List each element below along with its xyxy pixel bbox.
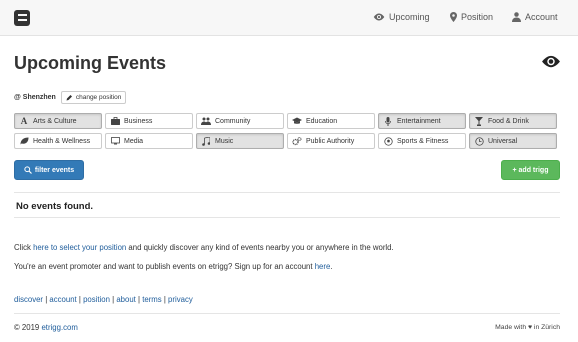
- filter-events-button[interactable]: filter events: [14, 160, 84, 180]
- filter-events-label: filter events: [34, 166, 75, 174]
- divider: [14, 217, 560, 218]
- divider: [14, 313, 560, 314]
- category-label: Education: [306, 117, 338, 125]
- briefcase-icon: [110, 117, 120, 125]
- info-text: and quickly discover any kind of events …: [126, 243, 394, 252]
- made-with-text: Made with ♥ in Zürich: [495, 324, 560, 331]
- info-text: You're an event promoter and want to pub…: [14, 262, 315, 271]
- soccer-ball-icon: [383, 136, 393, 146]
- cogs-icon: [292, 136, 302, 146]
- eye-icon: [373, 13, 385, 21]
- divider: [14, 192, 560, 193]
- category-label: Public Authority: [306, 137, 355, 145]
- category-entertainment[interactable]: Entertainment: [378, 113, 466, 129]
- footer-link-about[interactable]: about: [116, 295, 136, 304]
- footer-link-terms[interactable]: terms: [142, 295, 162, 304]
- category-label: Universal: [488, 137, 518, 145]
- category-sports-fitness[interactable]: Sports & Fitness: [378, 133, 466, 149]
- nav-account[interactable]: Account: [512, 12, 558, 22]
- category-label: Arts & Culture: [33, 117, 77, 125]
- info-promoter: You're an event promoter and want to pub…: [14, 262, 333, 271]
- footer-links: discover | account | position | about | …: [14, 295, 193, 304]
- category-public-authority[interactable]: Public Authority: [287, 133, 375, 149]
- footer-link-account[interactable]: account: [49, 295, 76, 304]
- leaf-icon: [19, 137, 29, 145]
- copyright-text: © 2019: [14, 323, 42, 332]
- category-universal[interactable]: Universal: [469, 133, 557, 149]
- made-with-pre: Made with: [495, 324, 528, 331]
- category-food-drink[interactable]: Food & Drink: [469, 113, 557, 129]
- signup-here-link[interactable]: here: [315, 262, 331, 271]
- category-label: Media: [124, 137, 144, 145]
- etrigg-logo[interactable]: [14, 10, 30, 26]
- font-icon: A: [20, 116, 28, 126]
- select-position-link[interactable]: here to select your position: [33, 243, 126, 252]
- nav-upcoming[interactable]: Upcoming: [373, 12, 430, 22]
- category-label: Business: [124, 117, 153, 125]
- nav-position-label: Position: [461, 12, 494, 22]
- page-title: Upcoming Events: [14, 53, 167, 73]
- footer-link-discover[interactable]: discover: [14, 295, 43, 304]
- copyright: © 2019 etrigg.com: [14, 323, 78, 332]
- category-label: Food & Drink: [488, 117, 529, 125]
- category-label: Community: [215, 117, 251, 125]
- etrigg-home-link[interactable]: etrigg.com: [41, 323, 77, 332]
- category-education[interactable]: Education: [287, 113, 375, 129]
- change-position-label: change position: [75, 94, 122, 101]
- clock-icon: [474, 136, 484, 146]
- microphone-icon: [383, 116, 393, 126]
- eye-icon[interactable]: [541, 55, 561, 70]
- category-community[interactable]: Community: [196, 113, 284, 129]
- category-label: Sports & Fitness: [397, 137, 449, 145]
- category-label: Entertainment: [397, 117, 441, 125]
- users-icon: [201, 117, 211, 125]
- music-icon: [201, 136, 211, 146]
- info-text: .: [330, 262, 333, 271]
- info-select-position: Click here to select your position and q…: [14, 243, 394, 252]
- graduation-cap-icon: [292, 117, 302, 125]
- add-trigg-label: + add trigg: [512, 166, 549, 174]
- footer-link-privacy[interactable]: privacy: [168, 295, 193, 304]
- top-navbar: Upcoming Position Account: [0, 0, 578, 36]
- category-arts-culture[interactable]: A Arts & Culture: [14, 113, 102, 129]
- glass-icon: [474, 116, 484, 126]
- category-media[interactable]: Media: [105, 133, 193, 149]
- search-icon: [24, 166, 32, 174]
- location-row: @ Shenzhen change position: [14, 91, 127, 104]
- change-position-button[interactable]: change position: [60, 91, 127, 104]
- category-business[interactable]: Business: [105, 113, 193, 129]
- no-events-message: No events found.: [16, 201, 94, 212]
- add-trigg-button[interactable]: + add trigg: [501, 160, 560, 180]
- monitor-icon: [110, 137, 120, 145]
- map-marker-icon: [450, 12, 457, 22]
- category-health-wellness[interactable]: Health & Wellness: [14, 133, 102, 149]
- nav-position[interactable]: Position: [450, 12, 493, 22]
- footer-link-position[interactable]: position: [83, 295, 110, 304]
- nav-account-label: Account: [525, 12, 558, 22]
- pencil-icon: [66, 94, 73, 101]
- location-city: @ Shenzhen: [14, 94, 56, 101]
- category-filter-grid: A Arts & Culture Business Community Educ…: [14, 113, 560, 149]
- nav-upcoming-label: Upcoming: [389, 12, 430, 22]
- user-icon: [512, 12, 521, 22]
- category-music[interactable]: Music: [196, 133, 284, 149]
- category-label: Health & Wellness: [33, 137, 91, 145]
- made-with-post: in Zürich: [532, 324, 560, 331]
- info-text: Click: [14, 243, 34, 252]
- category-label: Music: [215, 137, 234, 145]
